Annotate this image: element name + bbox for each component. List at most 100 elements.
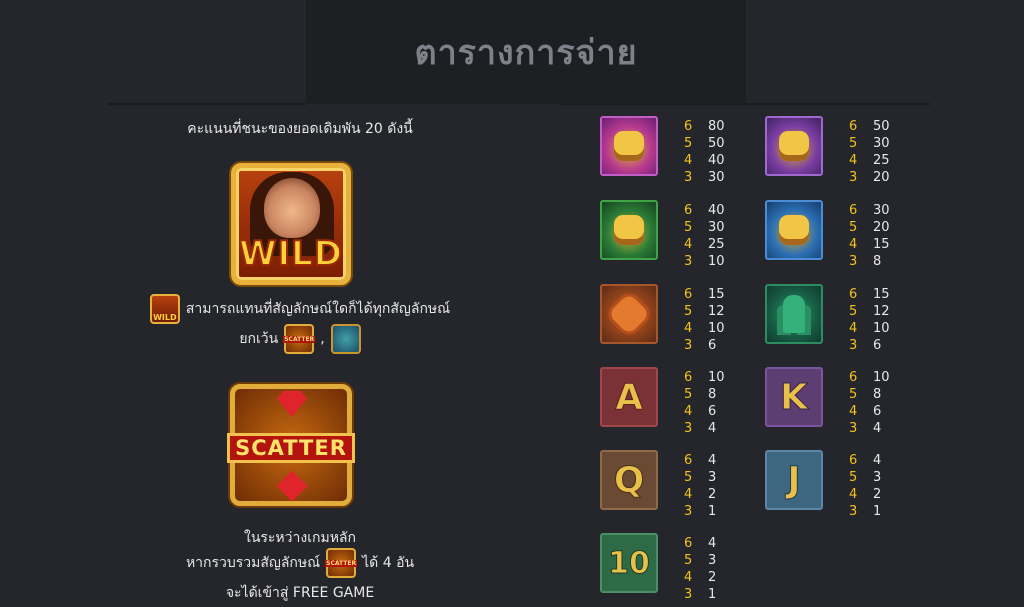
title-bar: ตารางการจ่าย <box>306 0 746 104</box>
payout-value: 12 <box>708 304 725 319</box>
count-column: 6 5 4 3 <box>849 369 857 437</box>
payout-value: 3 <box>708 553 717 568</box>
symbol-count: 4 <box>849 487 858 502</box>
payout-value: 4 <box>708 536 717 551</box>
symbol-count: 6 <box>849 119 858 134</box>
paytable-item: 6 5 4 3 15 12 10 6 <box>765 284 915 353</box>
scatter-line-2-before: หากรวบรวมสัญลักษณ์ <box>185 555 321 571</box>
symbol-count: 6 <box>849 370 858 385</box>
count-column: 6 5 4 3 <box>849 286 857 354</box>
payout-value: 10 <box>873 370 890 385</box>
symbol-count: 3 <box>684 338 693 353</box>
payout-value: 30 <box>873 203 890 218</box>
symbol-count: 4 <box>684 237 693 252</box>
payout-value: 25 <box>873 153 890 168</box>
symbol-count: 5 <box>684 136 693 151</box>
payout-value: 50 <box>873 119 890 134</box>
payout-value: 80 <box>708 119 725 134</box>
payout-value: 10 <box>873 321 890 336</box>
count-column: 6 5 4 3 <box>849 202 857 270</box>
payout-value: 10 <box>708 321 725 336</box>
payout-value: 20 <box>873 220 890 235</box>
ruby-icon <box>276 470 308 502</box>
payout-value: 2 <box>708 487 717 502</box>
symbol-count: 6 <box>849 203 858 218</box>
purple-mask-icon <box>765 116 823 176</box>
payout-value: 8 <box>708 387 717 402</box>
payout-value: 4 <box>873 421 882 436</box>
symbol-count: 3 <box>849 170 858 185</box>
symbol-count: 5 <box>849 136 858 151</box>
scatter-line-1: ในระหว่างเกมหลัก <box>243 530 356 546</box>
symbol-count: 5 <box>849 387 858 402</box>
payout-value: 2 <box>873 487 882 502</box>
cactus-icon <box>765 284 823 344</box>
scatter-line-3: จะได้เข้าสู่ FREE GAME <box>225 585 375 601</box>
payout-column: 10 8 6 4 <box>708 369 725 437</box>
symbol-count: 6 <box>684 536 693 551</box>
count-column: 6 5 4 3 <box>684 369 692 437</box>
symbol-count: 5 <box>849 470 858 485</box>
symbol-count: 6 <box>684 203 693 218</box>
count-column: 6 5 4 3 <box>849 452 857 520</box>
count-column: 6 5 4 3 <box>684 535 692 603</box>
symbol-count: 3 <box>684 504 693 519</box>
payout-value: 4 <box>873 453 882 468</box>
payout-value: 40 <box>708 203 725 218</box>
except-label: ยกเว้น <box>239 331 279 347</box>
payout-value: 6 <box>873 338 882 353</box>
paytable-item: 6 5 4 3 80 50 40 30 <box>600 116 750 185</box>
symbol-count: 5 <box>684 387 693 402</box>
payout-value: 3 <box>873 470 882 485</box>
payout-value: 15 <box>873 237 890 252</box>
symbol-count: 5 <box>684 553 693 568</box>
symbol-count: 4 <box>849 237 858 252</box>
symbol-count: 4 <box>849 404 858 419</box>
payout-column: 30 20 15 8 <box>873 202 890 270</box>
wild-description: สามารถแทนที่สัญลักษณ์ใดก็ได้ทุกสัญลักษณ์ <box>110 294 490 324</box>
wild-desc-text: สามารถแทนที่สัญลักษณ์ใดก็ได้ทุกสัญลักษณ์ <box>185 301 451 317</box>
paytable-item: A 6543 10 8 6 4 <box>600 367 750 436</box>
payout-column: 4 3 2 1 <box>708 452 716 520</box>
wild-symbol-icon: WILD <box>231 163 351 285</box>
symbol-count: 5 <box>684 220 693 235</box>
special-symbols-panel: คะแนนที่ชนะของยอดเดิมพัน 20 ดังนี้ WILD … <box>110 108 490 607</box>
payout-value: 12 <box>873 304 890 319</box>
letter-j-icon: J <box>765 450 823 510</box>
paytable-item: 6 5 4 3 30 20 15 8 <box>765 200 915 269</box>
scatter-label: SCATTER <box>235 436 347 460</box>
payout-value: 2 <box>708 570 717 585</box>
payout-value: 10 <box>708 254 725 269</box>
paytable-item: K 6543 10 8 6 4 <box>765 367 915 436</box>
count-column: 6 5 4 3 <box>684 202 692 270</box>
paytable-item: 6 5 4 3 15 12 10 6 <box>600 284 750 353</box>
payout-value: 1 <box>708 504 717 519</box>
count-column: 6 5 4 3 <box>684 118 692 186</box>
symbol-count: 3 <box>684 254 693 269</box>
payout-column: 4 3 2 1 <box>873 452 881 520</box>
letter-k-icon: K <box>765 367 823 427</box>
wild-mini-icon <box>149 294 180 324</box>
payout-column: 15 12 10 6 <box>873 286 890 354</box>
symbol-count: 4 <box>684 404 693 419</box>
symbol-count: 6 <box>684 453 693 468</box>
scatter-symbol-icon: SCATTER <box>227 384 355 506</box>
payout-value: 3 <box>708 470 717 485</box>
symbol-count: 5 <box>684 304 693 319</box>
bet-note: คะแนนที่ชนะของยอดเดิมพัน 20 ดังนี้ <box>187 121 413 137</box>
symbol-count: 3 <box>849 254 858 269</box>
payout-value: 30 <box>873 136 890 151</box>
divider <box>560 103 930 105</box>
blue-mask-icon <box>765 200 823 260</box>
count-column: 6 5 4 3 <box>684 452 692 520</box>
wild-exceptions: ยกเว้น , <box>110 324 490 354</box>
payout-value: 6 <box>873 404 882 419</box>
payout-value: 4 <box>708 421 717 436</box>
paytable-item: 6 5 4 3 40 30 25 10 <box>600 200 750 269</box>
payout-value: 1 <box>873 504 882 519</box>
symbol-count: 4 <box>684 153 693 168</box>
payout-value: 40 <box>708 153 725 168</box>
scatter-mini-icon <box>283 324 316 354</box>
green-mask-icon <box>600 200 658 260</box>
symbol-count: 5 <box>849 220 858 235</box>
